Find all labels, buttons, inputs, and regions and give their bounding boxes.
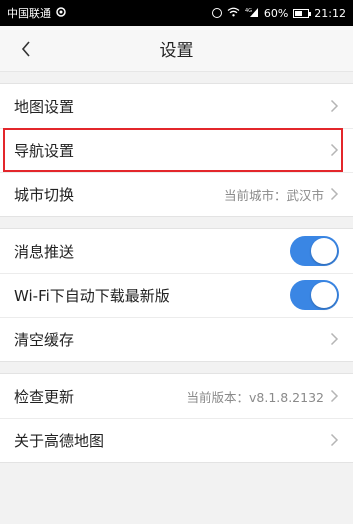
app-header: 设置 — [0, 26, 353, 72]
wifi-auto-download-toggle[interactable] — [290, 280, 339, 310]
row-label: 地图设置 — [14, 97, 75, 116]
push-notifications-toggle[interactable] — [290, 236, 339, 266]
current-version-value: 当前版本：v8.1.8.2132 — [186, 389, 325, 405]
status-bar: 中国联通 4G 60% 21:12 — [0, 0, 353, 26]
row-about-amap[interactable]: 关于高德地图 — [0, 418, 353, 462]
row-label: 关于高德地图 — [14, 431, 105, 450]
row-map-settings[interactable]: 地图设置 — [0, 84, 353, 128]
battery-icon — [293, 8, 312, 18]
row-label: 清空缓存 — [14, 330, 75, 349]
chevron-right-icon — [330, 143, 339, 157]
row-label: 检查更新 — [14, 387, 75, 406]
toggle-knob — [311, 282, 337, 308]
chevron-right-icon — [330, 187, 339, 201]
row-navigation-settings[interactable]: 导航设置 — [0, 128, 353, 172]
chevron-right-icon — [330, 433, 339, 447]
settings-group-map: 地图设置 导航设置 城市切换 当前城市：武汉市 — [0, 83, 353, 217]
row-label: 消息推送 — [14, 242, 75, 261]
chevron-right-icon — [330, 99, 339, 113]
row-label: 导航设置 — [14, 141, 75, 160]
settings-group-general: 消息推送 Wi-Fi下自动下载最新版 清空缓存 — [0, 228, 353, 362]
row-check-update[interactable]: 检查更新 当前版本：v8.1.8.2132 — [0, 374, 353, 418]
chevron-left-icon — [21, 41, 30, 57]
row-wifi-auto-download: Wi-Fi下自动下载最新版 — [0, 273, 353, 317]
back-button[interactable] — [6, 26, 46, 72]
toggle-knob — [311, 238, 337, 264]
chevron-right-icon — [330, 389, 339, 403]
signal-type-label: 4G — [245, 8, 252, 14]
row-label: 城市切换 — [14, 185, 75, 204]
row-city-switch[interactable]: 城市切换 当前城市：武汉市 — [0, 172, 353, 216]
battery-percent: 60% — [263, 6, 289, 20]
row-clear-cache[interactable]: 清空缓存 — [0, 317, 353, 361]
current-city-value: 当前城市：武汉市 — [223, 187, 324, 203]
row-label: Wi-Fi下自动下载最新版 — [14, 286, 170, 305]
clock: 21:12 — [314, 6, 346, 20]
signal-icon: 4G — [245, 7, 259, 20]
wifi-icon — [227, 7, 240, 20]
alarm-icon — [211, 8, 222, 18]
carrier-label: 中国联通 — [7, 7, 51, 20]
chevron-right-icon — [330, 332, 339, 346]
settings-group-about: 检查更新 当前版本：v8.1.8.2132 关于高德地图 — [0, 373, 353, 463]
data-usage-icon — [56, 6, 66, 20]
row-push-notifications: 消息推送 — [0, 229, 353, 273]
page-title: 设置 — [159, 41, 194, 61]
